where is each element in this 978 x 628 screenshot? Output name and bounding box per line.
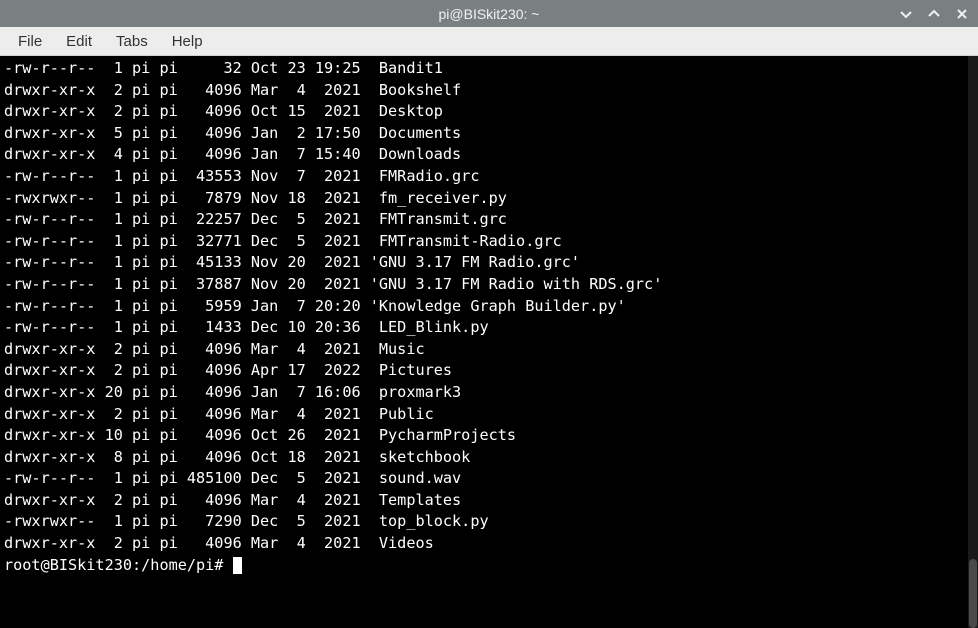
prompt: root@BISkit230:/home/pi# [4,556,233,574]
scrollbar-thumb[interactable] [969,559,977,628]
scrollbar[interactable] [968,56,978,628]
titlebar: pi@BISkit230: ~ [0,0,978,27]
menubar: File Edit Tabs Help [0,27,978,56]
menu-tabs[interactable]: Tabs [106,29,158,54]
terminal[interactable]: -rw-r--r-- 1 pi pi 32 Oct 23 19:25 Bandi… [0,56,978,628]
menu-help[interactable]: Help [162,29,213,54]
menu-edit[interactable]: Edit [56,29,102,54]
close-icon[interactable] [954,6,970,22]
minimize-icon[interactable] [898,6,914,22]
maximize-icon[interactable] [926,6,942,22]
cursor [233,557,242,574]
window-title: pi@BISkit230: ~ [439,6,540,22]
window-controls [898,6,970,22]
terminal-output[interactable]: -rw-r--r-- 1 pi pi 32 Oct 23 19:25 Bandi… [4,58,974,576]
menu-file[interactable]: File [8,29,52,54]
